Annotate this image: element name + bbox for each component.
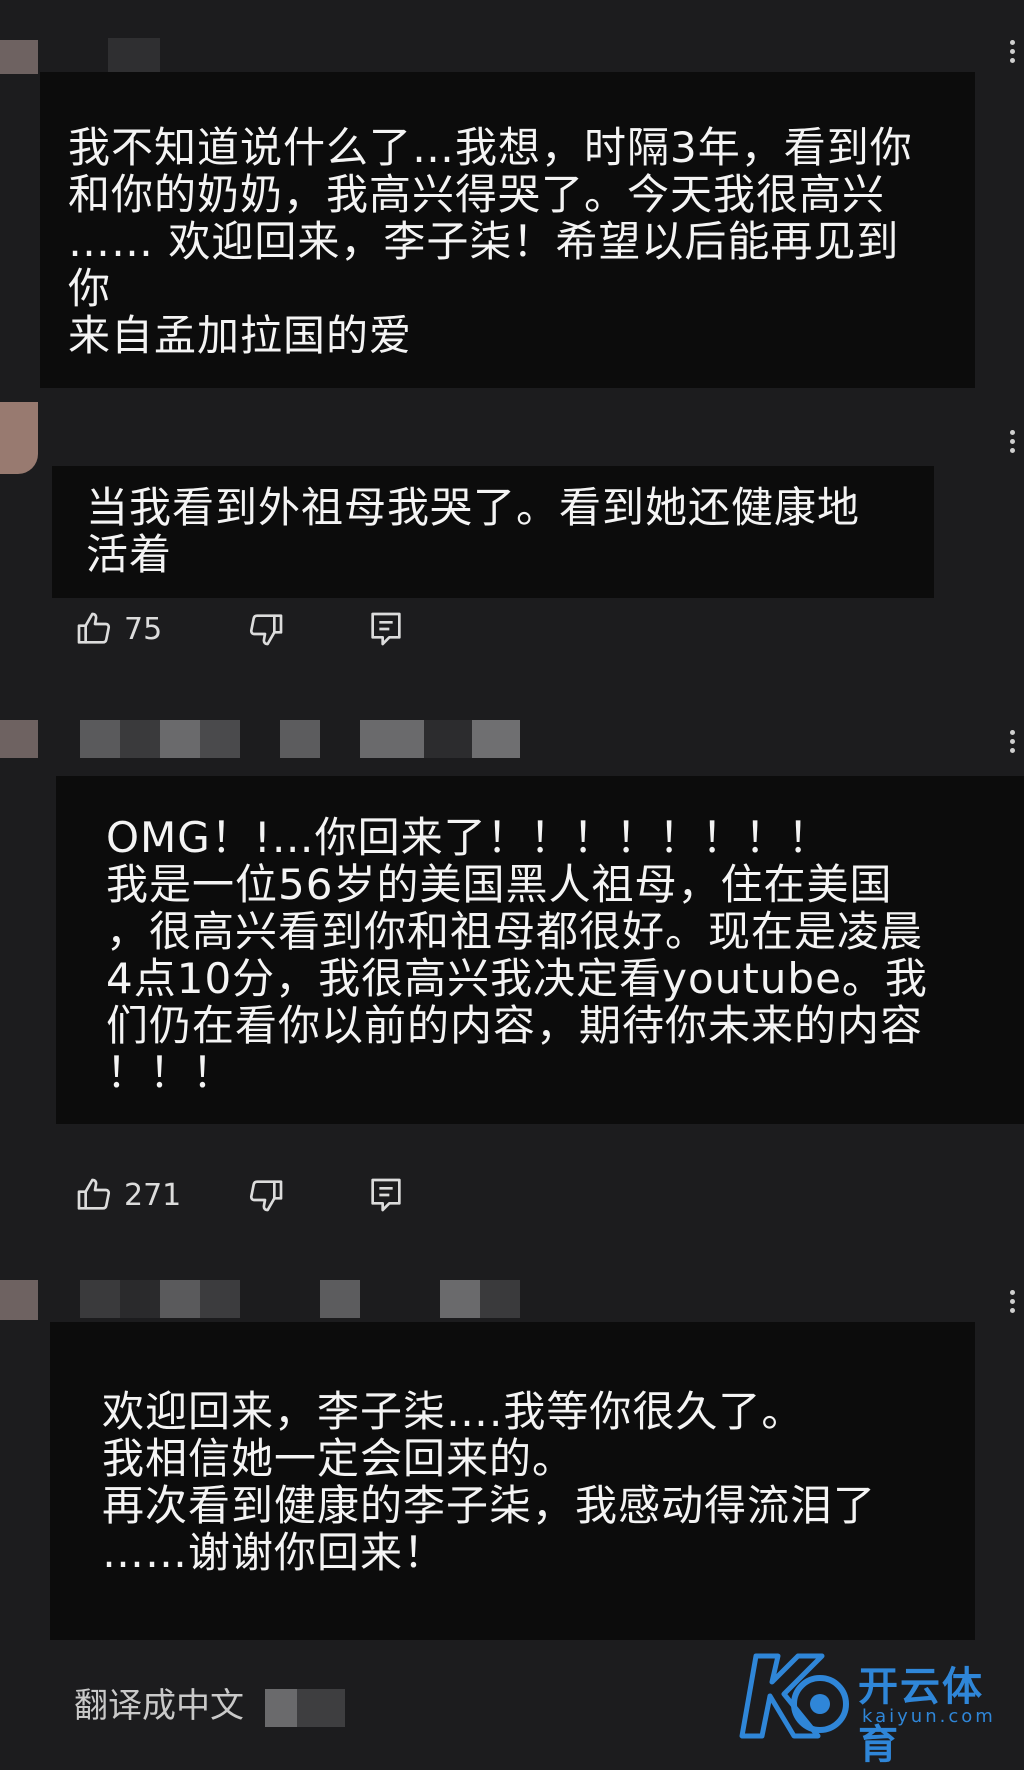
more-options-icon[interactable]: [1000, 1286, 1024, 1326]
timestamp-redacted-2: [440, 1280, 520, 1318]
brand-subtext: kaiyun.com: [862, 1706, 996, 1727]
reply-icon[interactable]: [366, 1175, 406, 1215]
comment-actions: 271: [74, 1173, 406, 1217]
timestamp-redacted: [320, 1280, 360, 1318]
comment-text: 欢迎回来，李子柒….我等你很久了。 我相信她一定会回来的。 再次看到健康的李子柒…: [50, 1322, 975, 1640]
kaiyun-logo-icon: [739, 1653, 849, 1739]
comment-text: OMG！!…你回来了！！！！！！！！ 我是一位56岁的美国黑人祖母，住在美国 ，…: [56, 776, 1024, 1124]
username-redacted: [108, 38, 160, 76]
more-options-icon[interactable]: [1000, 36, 1024, 76]
translate-link[interactable]: 翻译成中文: [74, 1678, 345, 1727]
thumbs-down-icon[interactable]: [246, 609, 286, 649]
comment-text: 我不知道说什么了…我想，时隔3年，看到你 和你的奶奶，我高兴得哭了。今天我很高兴…: [40, 72, 975, 388]
username-redacted: [80, 720, 240, 758]
timestamp-redacted-2: [360, 720, 520, 758]
avatar[interactable]: [0, 40, 38, 74]
avatar[interactable]: [0, 402, 38, 474]
like-count: 75: [124, 611, 163, 647]
more-options-icon[interactable]: [1000, 726, 1024, 766]
brand-watermark: 开云体育 kaiyun.com: [738, 1646, 1018, 1768]
thumbs-up-icon[interactable]: [74, 1175, 114, 1215]
timestamp-redacted: [280, 720, 320, 758]
translate-label: 翻译成中文: [74, 1686, 244, 1726]
thumbs-down-icon[interactable]: [246, 1175, 286, 1215]
thumbs-up-icon[interactable]: [74, 609, 114, 649]
comment-actions: 75: [74, 607, 406, 651]
avatar[interactable]: [0, 1280, 38, 1320]
reply-icon[interactable]: [366, 609, 406, 649]
avatar[interactable]: [0, 720, 38, 758]
username-redacted: [80, 1280, 240, 1318]
redacted-block: [264, 1688, 345, 1727]
more-options-icon[interactable]: [1000, 426, 1024, 466]
comment-text: 当我看到外祖母我哭了。看到她还健康地 活着: [52, 466, 934, 598]
like-count: 271: [124, 1177, 182, 1213]
